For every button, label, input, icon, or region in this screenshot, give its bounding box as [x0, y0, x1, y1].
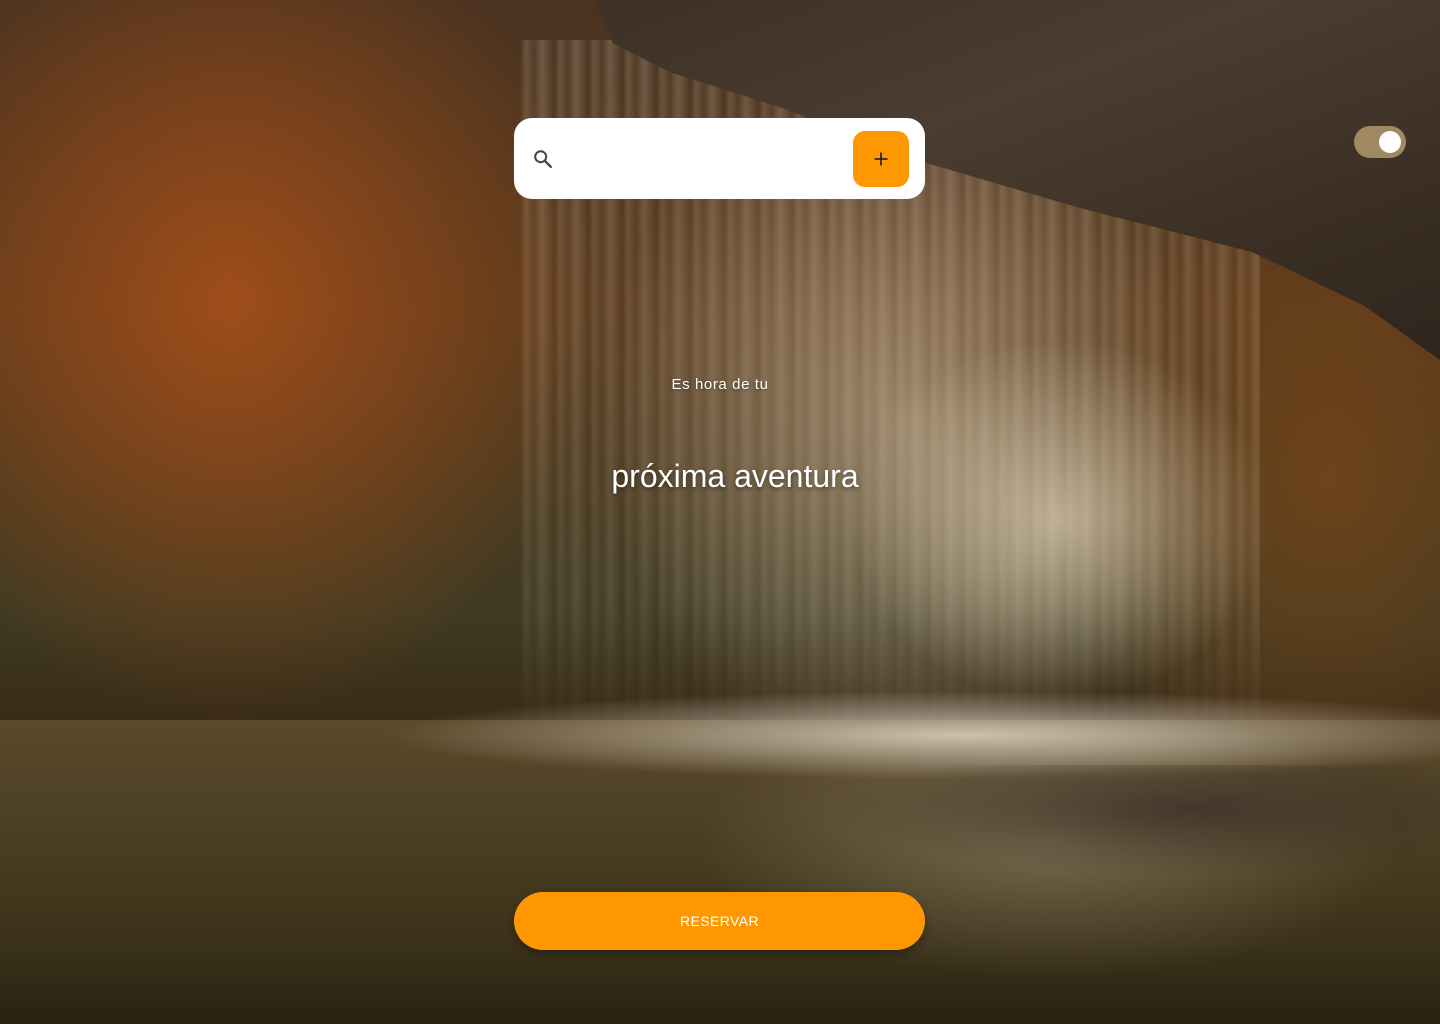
add-button[interactable]	[853, 130, 909, 187]
reserve-button[interactable]: RESERVAR	[514, 892, 925, 950]
search-icon	[532, 148, 554, 170]
toggle-knob	[1379, 131, 1401, 153]
search-bar	[514, 118, 925, 199]
hero-title: próxima aventura	[611, 458, 859, 494]
background-pebbles	[830, 765, 1440, 875]
app-screen: Es hora de tu próxima aventura RESERVAR	[0, 0, 1440, 1024]
hero-subtitle: Es hora de tu	[671, 376, 769, 393]
theme-toggle[interactable]	[1354, 126, 1406, 158]
plus-icon	[873, 151, 889, 167]
search-input[interactable]	[566, 137, 853, 180]
